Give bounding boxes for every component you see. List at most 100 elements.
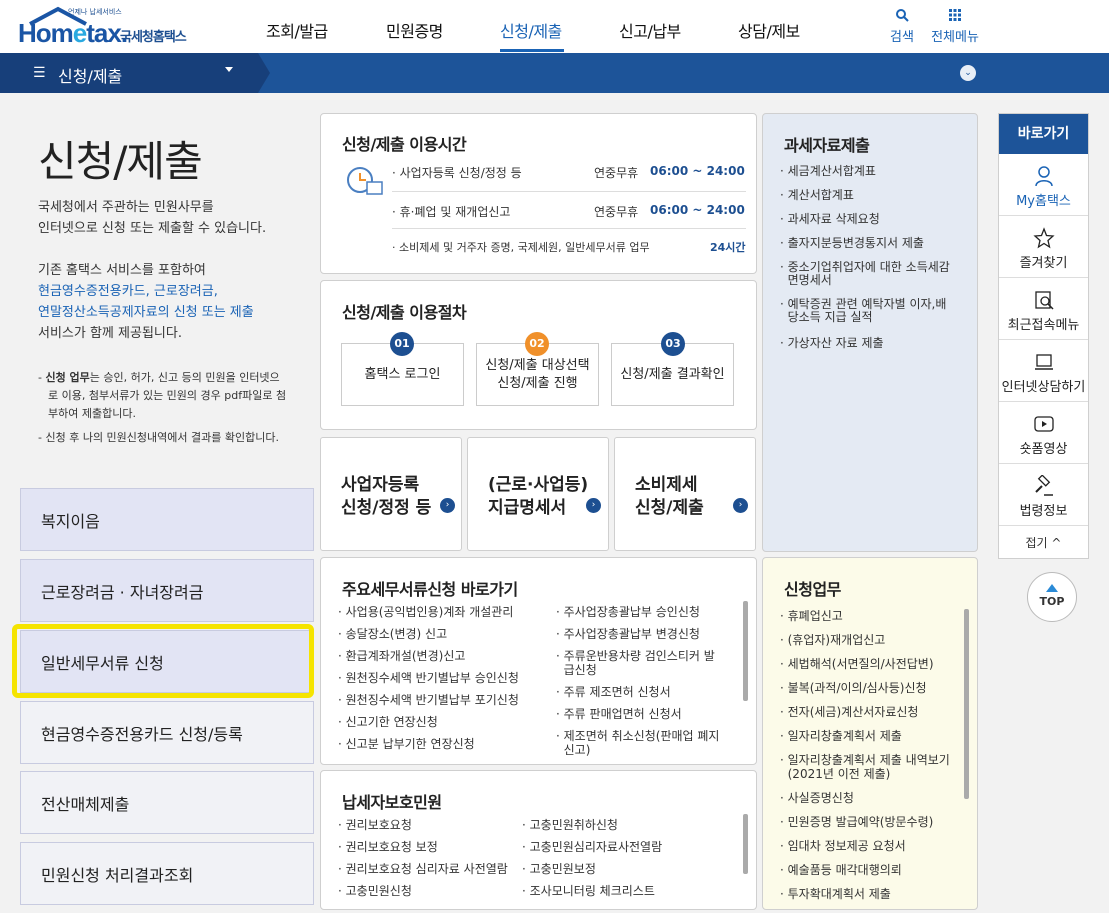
left-button-incentive[interactable]: 근로장려금 · 자녀장려금 [20,559,314,622]
list-item[interactable]: · 원천징수세액 반기별납부 포기신청 [338,693,548,707]
list-item[interactable]: · 불복(과적/이의/심사등)신청 [780,681,965,695]
gnb-report-pay[interactable]: 신고/납부 [619,18,681,42]
card-label: (근로·사업등) 지급명세서 [488,475,589,518]
quick-favorites[interactable]: 즐겨찾기 [999,217,1088,278]
chevron-down-icon [225,67,233,72]
list-item[interactable]: 당소득 지급 실적 [780,310,970,324]
quick-menu: 바로가기 My홈택스 즐겨찾기 최근접속메뉴 인터넷상담하기 숏폼영상 법령정보… [998,113,1089,559]
shortcuts-title: 주요세무서류신청 바로가기 [342,580,518,599]
list-item[interactable]: 신고) [556,743,746,757]
quick-label: 숏폼영상 [1019,442,1068,457]
list-item[interactable]: · 예술품등 매각대행의뢰 [780,863,965,877]
breadcrumb-label: 신청/제출 [58,67,123,86]
list-item[interactable]: · 주류 판매업면허 신청서 [556,707,746,721]
list-item[interactable]: · 제조면허 취소신청(판매업 폐지 [556,729,746,743]
list-item[interactable]: · 환급계좌개설(변경)신고 [338,649,548,663]
list-item[interactable]: · 세금계산서합계표 [780,164,970,178]
card-payment-statement[interactable]: (근로·사업등) 지급명세서 › [467,437,609,551]
collapse-button[interactable]: 접기 ^ [999,534,1088,551]
list-item[interactable]: 급신청 [556,663,746,677]
quick-recent-menu[interactable]: 최근접속메뉴 [999,279,1088,340]
hours-title: 신청/제출 이용시간 [342,135,467,154]
expand-circle-icon[interactable]: ⌄ [960,65,976,81]
list-item[interactable]: · 권리보호요청 심리자료 사전열람 [338,862,528,876]
quick-online-consult[interactable]: 인터넷상담하기 [999,341,1088,402]
step-1-number: 01 [390,332,414,356]
list-item[interactable]: · 세법해석(서면질의/사전답변) [780,657,965,671]
note-2: - 신청 후 나의 민원신청내역에서 결과를 확인합니다. [38,431,279,444]
arrow-right-icon: › [586,498,601,513]
hours-row-2-time: 06:00 ~ 24:00 [650,203,745,217]
list-item[interactable]: · (휴업자)재개업신고 [780,633,965,647]
gnb-inquiry[interactable]: 조회/발급 [266,18,328,42]
scrollbar[interactable] [964,609,969,799]
left-button-media-submit[interactable]: 전산매체제출 [20,771,314,834]
arrow-right-icon: › [440,498,455,513]
gnb-consult[interactable]: 상담/제보 [738,18,800,42]
list-item[interactable]: 면명세서 [780,273,970,287]
scrollbar[interactable] [743,601,748,701]
quick-law-info[interactable]: 법령정보 [999,465,1088,526]
quick-label: My홈택스 [1016,194,1071,209]
list-item[interactable]: (2021년 이전 제출) [780,767,965,781]
list-item[interactable]: · 출자지분등변경통지서 제출 [780,236,970,250]
list-item[interactable]: · 고충민원심리자료사전열람 [522,840,732,854]
list-item[interactable]: · 사실증명신청 [780,791,965,805]
list-item[interactable]: · 투자확대계획서 제출 [780,887,965,901]
list-item[interactable]: · 일자리창출계획서 제출 [780,729,965,743]
left-button-cash-receipt[interactable]: 현금영수증전용카드 신청/등록 [20,701,314,764]
top-label: TOP [1039,595,1065,608]
header: 언제나 납세서비스 Hometax. 국세청홈택스 조회/발급 민원증명 신청/… [0,0,1109,53]
list-item[interactable]: · 주사업장총괄납부 변경신청 [556,627,746,641]
list-item[interactable]: · 휴폐업신고 [780,609,965,623]
note-1: - 신청 업무는 승인, 허가, 신고 등의 민원을 인터넷으 [38,371,280,384]
quick-label: 즐겨찾기 [1019,256,1068,271]
left-button-welfare[interactable]: 복지이음 [20,488,314,551]
hours-row-3-time: 24시간 [710,241,746,254]
list-item[interactable]: · 전자(세금)계산서자료신청 [780,705,965,719]
list-item[interactable]: · 고충민원취하신청 [522,818,732,832]
list-item[interactable]: · 주사업장총괄납부 승인신청 [556,605,746,619]
hours-row-1-days: 연중무휴 [594,166,639,180]
hometax-logo[interactable]: 언제나 납세서비스 Hometax. 국세청홈택스 [18,4,208,48]
left-button-result-inquiry[interactable]: 민원신청 처리결과조회 [20,842,314,905]
quick-my-hometax[interactable]: My홈택스 [999,155,1088,216]
list-item[interactable]: · 고충민원보정 [522,862,732,876]
list-item[interactable]: · 사업용(공익법인용)계좌 개설관리 [338,605,548,619]
list-item[interactable]: · 주류 제조면허 신청서 [556,685,746,699]
gnb-certificate[interactable]: 민원증명 [386,18,443,42]
search-button[interactable]: 검색 [888,8,916,45]
list-item[interactable]: · 신고기한 연장신청 [338,715,548,729]
list-item[interactable]: · 주류운반용차량 검인스티커 발 [556,649,746,663]
all-menu-button[interactable]: 전체메뉴 [930,8,980,45]
gnb-apply[interactable]: 신청/제출 [500,18,562,42]
intro-line-4: 현금영수증전용카드, 근로장려금, [38,284,218,299]
scrollbar[interactable] [743,814,748,874]
list-item[interactable]: · 예탁증권 관련 예탁자별 이자,배 [780,297,970,311]
list-item[interactable]: · 민원증명 발급예약(방문수령) [780,815,965,829]
list-item[interactable]: · 권리보호요청 보정 [338,840,528,854]
scroll-top-button[interactable]: TOP [1027,572,1077,622]
list-item[interactable]: · 일자리창출계획서 제출 내역보기 [780,753,965,767]
list-item[interactable]: · 권리보호요청 [338,818,528,832]
page-title: 신청/제출 [38,137,203,186]
divider [392,191,746,192]
step-3-label: 신청/제출 결과확인 [620,366,725,382]
list-item[interactable]: · 조사모니터링 체크리스트 [522,884,732,898]
list-item[interactable]: · 가상자산 자료 제출 [780,336,970,350]
list-item[interactable]: · 과세자료 삭제요청 [780,212,970,226]
breadcrumb[interactable]: ☰ 신청/제출 [0,53,270,93]
list-item[interactable]: · 임대차 정보제공 요청서 [780,839,965,853]
list-item[interactable]: · 계산서합계표 [780,188,970,202]
list-item[interactable]: · 송달장소(변경) 신고 [338,627,548,641]
star-icon [1033,227,1055,249]
card-consumption-tax[interactable]: 소비제세 신청/제출 › [614,437,756,551]
hours-row-3-label: · 소비제세 및 거주자 증명, 국제세원, 일반세무서류 업무 [392,241,650,254]
logo-brand: Hometax. [18,18,128,48]
list-item[interactable]: · 중소기업취업자에 대한 소득세감 [780,260,970,274]
list-item[interactable]: · 신고분 납부기한 연장신청 [338,737,548,751]
list-item[interactable]: · 원천징수세액 반기별납부 승인신청 [338,671,548,685]
quick-shortform-video[interactable]: 숏폼영상 [999,403,1088,464]
list-item[interactable]: · 고충민원신청 [338,884,528,898]
card-business-registration[interactable]: 사업자등록 신청/정정 등 › [320,437,462,551]
